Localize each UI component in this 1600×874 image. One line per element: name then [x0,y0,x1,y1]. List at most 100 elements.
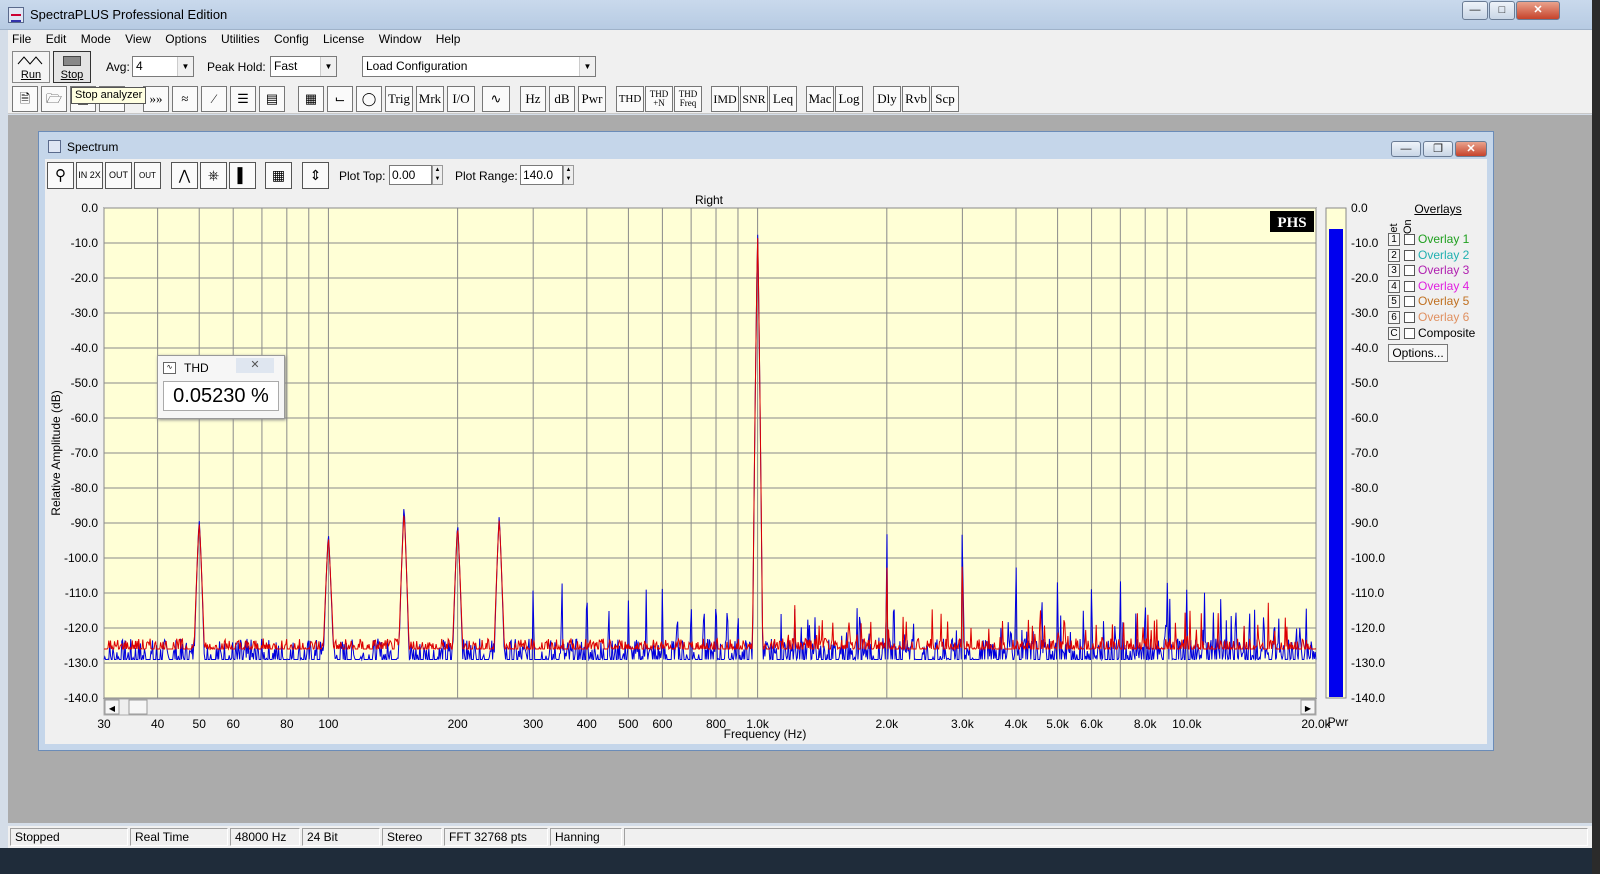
overlay-set-button[interactable]: 3 [1388,264,1400,278]
load-configuration-select[interactable]: Load Configuration ▼ [362,56,596,77]
autoscale-icon[interactable]: ⇕ [302,162,329,189]
status-sample-rate: 48000 Hz [230,828,300,846]
overlay-options-button[interactable]: Options... [1388,344,1448,362]
generator-icon[interactable]: ◯ [356,86,382,112]
thd-readout-window[interactable]: ∿ THD ✕ 0.05230 % [157,355,285,419]
zoom-out-2x-button[interactable]: OUT 2X [105,162,132,205]
peak-line-icon[interactable]: ⋀ [171,162,198,189]
menu-file[interactable]: File [8,30,35,48]
properties-icon[interactable]: ▦ [265,162,292,189]
plot-range-input[interactable]: 140.0 ▲ ▼ [520,165,574,185]
status-fft-size: FFT 32768 pts [444,828,548,846]
sine-icon[interactable]: ∿ [482,86,510,112]
overlay-checkbox[interactable] [1404,296,1415,308]
waveform-icon[interactable]: ∕ [201,86,227,112]
menu-options[interactable]: Options [161,30,210,48]
overlay-checkbox[interactable] [1404,234,1415,245]
spinner-icon[interactable]: ▲ ▼ [432,165,443,185]
mac-button[interactable]: Mac [806,86,834,112]
spinner-icon[interactable]: ▲ ▼ [563,165,574,185]
child-minimize-button[interactable]: — [1391,141,1421,157]
thd-button[interactable]: THD [616,86,644,112]
fast-forward-icon[interactable]: »» [143,86,169,112]
child-close-button[interactable]: ✕ [1455,141,1487,157]
spectrogram-icon[interactable]: ☰ [230,86,256,112]
y-tick-label: -20.0 [71,271,99,285]
rvb-button[interactable]: Rvb [902,86,930,112]
menu-config[interactable]: Config [270,30,313,48]
horizontal-scrollbar[interactable] [103,698,1317,716]
pwr-button[interactable]: Pwr [578,86,606,112]
3d-surface-icon[interactable]: ▤ [259,86,285,112]
leq-button[interactable]: Leq [769,86,797,112]
overlay-set-button[interactable]: C [1388,326,1400,340]
y-tick-label: -80.0 [71,481,99,495]
overlay-set-button[interactable]: 4 [1388,279,1400,293]
hz-button[interactable]: Hz [520,86,546,112]
overlay-set-button[interactable]: 5 [1388,295,1400,309]
overlay-checkbox[interactable] [1404,249,1415,261]
scroll-thumb[interactable] [128,699,148,715]
plot-range-label: Plot Range: [455,169,518,183]
io-button[interactable]: I/O [447,86,475,112]
menu-license[interactable]: License [319,30,368,48]
overlay-list: 1 Overlay 1 2 Overlay 2 3 Overlay 3 4 Overlay 4… [1388,232,1488,341]
power-meter-tick-label: -110.0 [1351,586,1384,600]
overlay-set-button[interactable]: 1 [1388,233,1400,246]
y-axis-label: Relative Amplitude (dB) [49,390,63,515]
axis-icon[interactable]: ⌙ [327,86,353,112]
menu-mode[interactable]: Mode [77,30,115,48]
overlays-panel: Overlays Set On 1 Overlay 1 2 Overlay 2 3 Ove… [1388,202,1484,362]
log-button[interactable]: Log [835,86,863,112]
new-file-icon[interactable]: 🗎 [12,86,38,112]
spectrum-chart[interactable]: Right 0.0 -10.0 -20.0 -30.0 -40.0 -50.0 -60.0 -… [45,192,1487,744]
zoom-in-2x-button[interactable]: IN 2X [76,162,103,189]
x-tick-label: 6.0k [1080,717,1104,731]
scp-button[interactable]: Scp [931,86,959,112]
settings-panel-icon[interactable]: ▦ [298,86,324,112]
zoom-out-full-button[interactable]: OUT FULL [134,162,161,205]
overlay-checkbox[interactable] [1404,265,1415,277]
thd-freq-button[interactable]: THD Freq [674,86,702,112]
magnify-icon[interactable]: ⚲ [47,162,74,189]
menu-view[interactable]: View [121,30,155,48]
minimize-button[interactable]: — [1462,1,1488,20]
child-restore-button[interactable]: ❐ [1423,141,1453,157]
db-button[interactable]: dB [549,86,575,112]
overlay-checkbox[interactable] [1404,327,1415,339]
plot-top-input[interactable]: 0.00 ▲ ▼ [389,165,443,185]
mrk-button[interactable]: Mrk [416,86,444,112]
bar-graph-icon[interactable]: ▌ [229,162,256,189]
menu-edit[interactable]: Edit [42,30,71,48]
trig-button[interactable]: Trig [385,86,413,112]
x-tick-label: 80 [280,717,294,731]
imd-button[interactable]: IMD [711,86,739,112]
overlay-checkbox[interactable] [1404,311,1415,323]
close-button[interactable]: ✕ [1516,1,1560,20]
run-button[interactable]: Run [12,51,50,83]
step-line-icon[interactable]: ⎈ [200,162,227,189]
y-tick-label: -130.0 [64,656,98,670]
maximize-button[interactable]: □ [1489,1,1515,20]
overlay-row: C Composite [1388,326,1488,342]
stop-button[interactable]: Stop [53,51,91,83]
peak-hold-select[interactable]: Fast ▼ [270,56,337,77]
run-wave-icon [17,56,43,65]
overlay-set-button[interactable]: 6 [1388,310,1400,324]
app-icon [8,7,24,23]
overlay-checkbox[interactable] [1404,280,1415,292]
spectrum-icon[interactable]: ≈ [172,86,198,112]
close-icon[interactable]: ✕ [236,358,274,373]
overlay-label: Overlay 3 [1418,263,1470,278]
plot-top-value: 0.00 [392,168,416,182]
open-folder-icon[interactable]: 🗁 [41,86,67,112]
overlay-set-button[interactable]: 2 [1388,248,1400,262]
avg-select[interactable]: 4 ▼ [132,56,194,77]
y-tick-label: -50.0 [71,376,99,390]
dly-button[interactable]: Dly [873,86,901,112]
menu-help[interactable]: Help [432,30,465,48]
snr-button[interactable]: SNR [740,86,768,112]
thd-n-button[interactable]: THD +N [645,86,673,112]
menu-window[interactable]: Window [375,30,426,48]
menu-utilities[interactable]: Utilities [217,30,264,48]
